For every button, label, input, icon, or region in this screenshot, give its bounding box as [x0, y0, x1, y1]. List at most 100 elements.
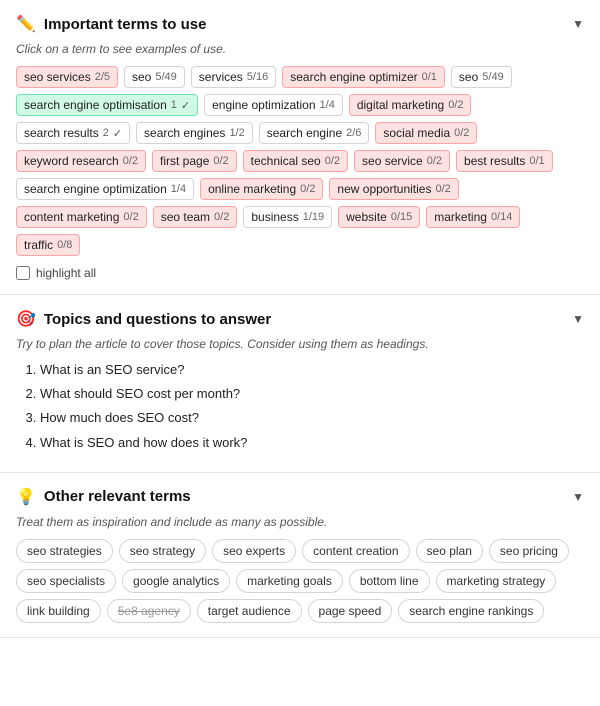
term-label: online marketing: [208, 182, 296, 196]
term-pill[interactable]: website0/15: [338, 206, 420, 228]
term-count: 0/2: [123, 211, 138, 223]
term-label: search engine optimizer: [290, 70, 417, 84]
topics-list: What is an SEO service?What should SEO c…: [16, 361, 584, 452]
term-count: 0/2: [448, 99, 463, 111]
term-pill[interactable]: online marketing 0/2: [200, 178, 323, 200]
term-pill[interactable]: seo services 2/5: [16, 66, 118, 88]
term-pill[interactable]: traffic0/8: [16, 234, 80, 256]
other-terms-title: 💡 Other relevant terms: [16, 487, 191, 507]
term-label: search engine: [267, 126, 342, 140]
topic-item: How much does SEO cost?: [40, 409, 584, 427]
pencil-icon: ✏️: [16, 14, 36, 34]
term-pill[interactable]: services 5/16: [191, 66, 276, 88]
term-count: 0/2: [435, 183, 450, 195]
highlight-all-label: highlight all: [36, 266, 96, 280]
term-count: 1/2: [229, 127, 244, 139]
term-pill[interactable]: seo5/49: [124, 66, 185, 88]
other-term-pill[interactable]: page speed: [308, 599, 393, 623]
term-check: ✓: [181, 99, 190, 112]
term-count: 2: [103, 127, 109, 139]
other-term-pill[interactable]: seo experts: [212, 539, 296, 563]
topics-header[interactable]: 🎯 Topics and questions to answer ▼: [16, 309, 584, 329]
term-pill[interactable]: best results0/1: [456, 150, 553, 172]
term-label: content marketing: [24, 210, 119, 224]
term-pill[interactable]: search engines1/2: [136, 122, 253, 144]
term-pill[interactable]: seo 5/49: [451, 66, 512, 88]
term-pill[interactable]: first page 0/2: [152, 150, 237, 172]
other-terms-container: seo strategiesseo strategyseo expertscon…: [16, 539, 584, 623]
other-terms-header[interactable]: 💡 Other relevant terms ▼: [16, 487, 584, 507]
other-term-pill[interactable]: marketing goals: [236, 569, 343, 593]
term-label: new opportunities: [337, 182, 431, 196]
term-pill[interactable]: engine optimization 1/4: [204, 94, 343, 116]
term-label: engine optimization: [212, 98, 315, 112]
term-count: 2/6: [346, 127, 361, 139]
term-pill[interactable]: search results 2 ✓: [16, 122, 130, 144]
term-label: first page: [160, 154, 209, 168]
other-term-pill[interactable]: seo specialists: [16, 569, 116, 593]
other-term-pill[interactable]: seo pricing: [489, 539, 569, 563]
other-term-pill[interactable]: target audience: [197, 599, 302, 623]
important-terms-title: ✏️ Important terms to use: [16, 14, 206, 34]
other-term-pill[interactable]: seo strategies: [16, 539, 113, 563]
term-count: 1: [171, 99, 177, 111]
term-label: seo service: [362, 154, 423, 168]
important-terms-header[interactable]: ✏️ Important terms to use ▼: [16, 14, 584, 34]
term-label: search engine optimization: [24, 182, 167, 196]
term-count: 5/16: [247, 71, 268, 83]
term-pill[interactable]: search engine optimizer0/1: [282, 66, 445, 88]
other-term-pill[interactable]: seo plan: [416, 539, 483, 563]
other-term-pill[interactable]: seo strategy: [119, 539, 206, 563]
important-terms-subtitle: Click on a term to see examples of use.: [16, 42, 584, 56]
term-label: seo: [132, 70, 151, 84]
term-label: seo: [459, 70, 478, 84]
term-label: seo team: [161, 210, 210, 224]
term-label: services: [199, 70, 243, 84]
term-count: 2/5: [95, 71, 110, 83]
term-count: 0/2: [213, 155, 228, 167]
term-pill[interactable]: new opportunities 0/2: [329, 178, 458, 200]
term-label: website: [346, 210, 387, 224]
term-count: 0/2: [300, 183, 315, 195]
target-icon: 🎯: [16, 309, 36, 329]
term-check: ✓: [113, 127, 122, 140]
other-term-pill[interactable]: marketing strategy: [436, 569, 557, 593]
term-pill[interactable]: search engine 2/6: [259, 122, 370, 144]
topic-item: What is an SEO service?: [40, 361, 584, 379]
topics-section: 🎯 Topics and questions to answer ▼ Try t…: [0, 295, 600, 473]
topics-title: 🎯 Topics and questions to answer: [16, 309, 271, 329]
term-pill[interactable]: search engine optimisation1✓: [16, 94, 198, 116]
term-pill[interactable]: social media0/2: [375, 122, 477, 144]
term-label: search results: [24, 126, 99, 140]
term-pill[interactable]: marketing0/14: [426, 206, 520, 228]
bulb-icon: 💡: [16, 487, 36, 507]
other-term-pill[interactable]: search engine rankings: [398, 599, 544, 623]
term-label: seo services: [24, 70, 91, 84]
term-pill[interactable]: technical seo0/2: [243, 150, 348, 172]
term-label: traffic: [24, 238, 53, 252]
term-count: 0/2: [123, 155, 138, 167]
other-term-pill[interactable]: bottom line: [349, 569, 430, 593]
other-term-pill[interactable]: 5e8 agency: [107, 599, 191, 623]
highlight-all-row: highlight all: [16, 266, 584, 280]
other-term-pill[interactable]: content creation: [302, 539, 409, 563]
other-terms-chevron: ▼: [572, 490, 584, 504]
other-terms-subtitle: Treat them as inspiration and include as…: [16, 515, 584, 529]
term-pill[interactable]: business1/19: [243, 206, 332, 228]
term-pill[interactable]: seo service0/2: [354, 150, 450, 172]
important-terms-chevron: ▼: [572, 17, 584, 31]
term-pill[interactable]: keyword research0/2: [16, 150, 146, 172]
term-pill[interactable]: digital marketing 0/2: [349, 94, 472, 116]
highlight-all-checkbox[interactable]: [16, 266, 30, 280]
term-label: best results: [464, 154, 525, 168]
term-pill[interactable]: search engine optimization1/4: [16, 178, 194, 200]
other-term-pill[interactable]: link building: [16, 599, 101, 623]
term-count: 0/14: [491, 211, 512, 223]
other-term-pill[interactable]: google analytics: [122, 569, 230, 593]
term-pill[interactable]: content marketing 0/2: [16, 206, 147, 228]
term-count: 5/49: [482, 71, 503, 83]
term-pill[interactable]: seo team0/2: [153, 206, 238, 228]
term-count: 1/4: [320, 99, 335, 111]
term-label: digital marketing: [357, 98, 444, 112]
topics-chevron: ▼: [572, 312, 584, 326]
